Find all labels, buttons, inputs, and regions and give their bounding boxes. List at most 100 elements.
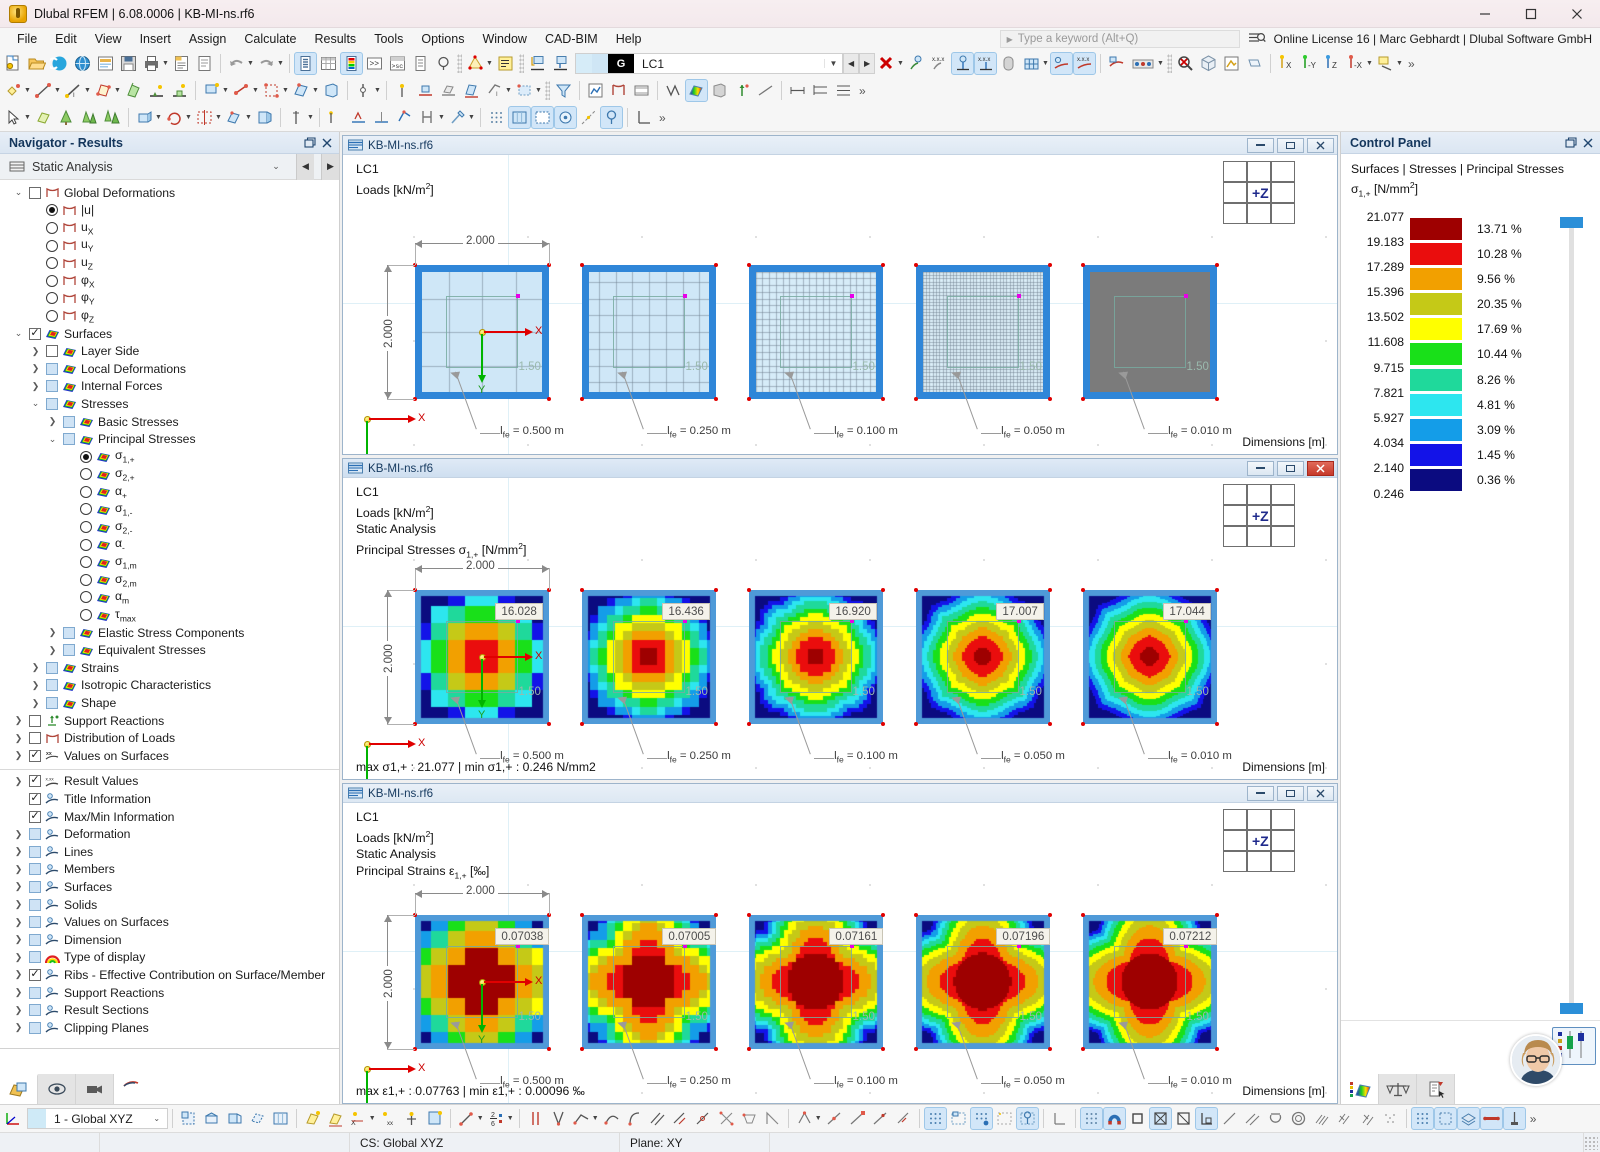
plane-free-icon[interactable] <box>246 1107 269 1130</box>
chevron-right-icon[interactable]: ❯ <box>12 775 25 788</box>
viewport-3-close[interactable] <box>1307 786 1334 801</box>
menu-help[interactable]: Help <box>607 29 651 49</box>
load-combination-icon[interactable] <box>494 52 517 75</box>
chevron-down-icon[interactable]: ⌄ <box>12 186 25 199</box>
viewport-2-maximize[interactable] <box>1277 461 1304 476</box>
chevron-right-icon[interactable]: ❯ <box>29 345 42 358</box>
tree-item-[interactable]: σ2,m <box>0 571 339 589</box>
document-icon[interactable] <box>193 52 216 75</box>
resize-grip[interactable] <box>1584 1136 1598 1150</box>
tree-item-shape[interactable]: ❯Shape <box>0 694 339 712</box>
tree-item-stresses[interactable]: ⌄Stresses <box>0 395 339 413</box>
viewport-window-2[interactable]: KB-MI-ns.rf6 LC1 Loads [k <box>342 458 1338 780</box>
legend-color-swatch[interactable] <box>1409 317 1463 341</box>
viewport-1-close[interactable] <box>1307 138 1334 153</box>
globe-icon[interactable] <box>71 52 94 75</box>
chevron-right-icon[interactable]: ❯ <box>12 1004 25 1017</box>
cp-tab-filter[interactable] <box>1417 1074 1455 1104</box>
table-toggle-icon[interactable] <box>317 52 340 75</box>
show-objects-icon[interactable] <box>400 1107 423 1130</box>
new-solid-load-icon[interactable] <box>320 79 343 102</box>
solid-result-icon[interactable] <box>708 79 731 102</box>
printout-report-icon[interactable] <box>170 52 193 75</box>
tree-checkbox[interactable] <box>46 345 58 357</box>
navigator-close-button[interactable] <box>318 134 335 151</box>
tree-item-surfaces[interactable]: ❯Surfaces <box>0 878 339 896</box>
load-case-selector[interactable]: G LC1 ▼ <box>575 53 843 74</box>
mesh-object-icon[interactable] <box>715 1107 738 1130</box>
surface-grid-icon[interactable] <box>1020 52 1043 75</box>
tree-item-support-reactions[interactable]: ❯Support Reactions <box>0 984 339 1002</box>
tree-item-dimension[interactable]: ❯Dimension <box>0 931 339 949</box>
legend-color-swatch[interactable] <box>1409 368 1463 392</box>
print-icon[interactable] <box>140 52 163 75</box>
viewport-3-titlebar[interactable]: KB-MI-ns.rf6 <box>343 784 1337 803</box>
tree-checkbox[interactable] <box>46 679 58 691</box>
tree-checkbox[interactable] <box>29 715 41 727</box>
tree-checkbox[interactable] <box>29 969 41 981</box>
tree-checkbox[interactable] <box>46 662 58 674</box>
load-case-icon[interactable] <box>464 52 487 75</box>
result-values-icon[interactable] <box>905 52 928 75</box>
view-z-icon[interactable]: Z <box>1321 52 1344 75</box>
new-member-load-icon[interactable] <box>260 79 283 102</box>
select-forest-icon[interactable] <box>101 106 124 129</box>
color-legend[interactable]: 21.07713.71 %19.18310.28 %17.2899.56 %15… <box>1341 205 1600 1021</box>
maximize-button[interactable] <box>1508 0 1554 28</box>
results-tree[interactable]: ⌄Global Deformations|u|uXuYuZφXφYφZ⌄Surf… <box>0 180 339 1048</box>
new-line-load-icon[interactable] <box>230 79 253 102</box>
tree-item-[interactable]: τmax <box>0 606 339 624</box>
tree-radio[interactable] <box>80 503 92 515</box>
line-style-1-icon[interactable] <box>1218 1107 1241 1130</box>
nav-tab-model[interactable] <box>0 1074 38 1104</box>
chevron-right-icon[interactable]: ❯ <box>12 986 25 999</box>
tree-item-internal-forces[interactable]: ❯Internal Forces <box>0 378 339 396</box>
chevron-right-icon[interactable]: ❯ <box>12 863 25 876</box>
tree-item-[interactable]: α- <box>0 536 339 554</box>
tree-item-type-of-display[interactable]: ❯Type of display <box>0 949 339 967</box>
line-result-icon[interactable] <box>662 79 685 102</box>
tree-item-[interactable]: φZ <box>0 307 339 325</box>
menu-edit[interactable]: Edit <box>46 29 86 49</box>
nav-tab-results[interactable] <box>114 1074 339 1104</box>
tree-radio[interactable] <box>46 204 58 216</box>
script-icon[interactable]: >sc <box>386 52 409 75</box>
new-nodal-support-icon[interactable] <box>168 79 191 102</box>
box-snap-toggle[interactable] <box>1172 1107 1195 1130</box>
filter-icon[interactable] <box>552 79 575 102</box>
line-release-icon[interactable] <box>414 79 437 102</box>
select-objects-icon[interactable] <box>2 106 25 129</box>
view-negy-icon[interactable]: -Y <box>1298 52 1321 75</box>
hatch-3-icon[interactable] <box>1356 1107 1379 1130</box>
tree-item-principal-stresses[interactable]: ⌄Principal Stresses <box>0 430 339 448</box>
tree-item-[interactable]: σ1,+ <box>0 448 339 466</box>
new-solid-icon[interactable] <box>122 79 145 102</box>
snap-intersection-icon[interactable] <box>793 1107 816 1130</box>
zoom-reset-icon[interactable] <box>1174 52 1197 75</box>
menu-view[interactable]: View <box>86 29 131 49</box>
tree-item-ribs-effective-contribution-on-surface-member[interactable]: ❯Ribs - Effective Contribution on Surfac… <box>0 966 339 984</box>
axis-orientation-cube[interactable]: +Z <box>1223 484 1297 550</box>
vertical-line-icon[interactable] <box>524 1107 547 1130</box>
grid-display-icon[interactable] <box>485 106 508 129</box>
work-plane-icon[interactable] <box>508 106 531 129</box>
mesh-object-2-icon[interactable] <box>738 1107 761 1130</box>
tangent-icon[interactable] <box>692 1107 715 1130</box>
tree-item-values-on-surfaces[interactable]: ❯Values on Surfaces <box>0 913 339 931</box>
menu-calculate[interactable]: Calculate <box>235 29 305 49</box>
hatch-2-icon[interactable] <box>1333 1107 1356 1130</box>
snap-midpoint-icon[interactable] <box>823 1107 846 1130</box>
prev-load-case-button[interactable]: ◀ <box>843 53 859 74</box>
chevron-right-icon[interactable]: ❯ <box>12 933 25 946</box>
circle-style-icon[interactable] <box>1287 1107 1310 1130</box>
xxx-values-icon[interactable]: x.x.x <box>928 52 951 75</box>
tree-item-surfaces[interactable]: ⌄Surfaces <box>0 325 339 343</box>
viewport-3-maximize[interactable] <box>1277 786 1304 801</box>
toolbar-overflow-icon[interactable]: » <box>655 111 670 125</box>
new-nodal-load-icon[interactable] <box>200 79 223 102</box>
tree-checkbox[interactable] <box>29 811 41 823</box>
tree-item-[interactable]: φX <box>0 272 339 290</box>
chevron-right-icon[interactable]: ❯ <box>29 679 42 692</box>
tree-item-title-information[interactable]: Title Information <box>0 790 339 808</box>
axis-orientation-cube[interactable]: +Z <box>1223 161 1297 227</box>
